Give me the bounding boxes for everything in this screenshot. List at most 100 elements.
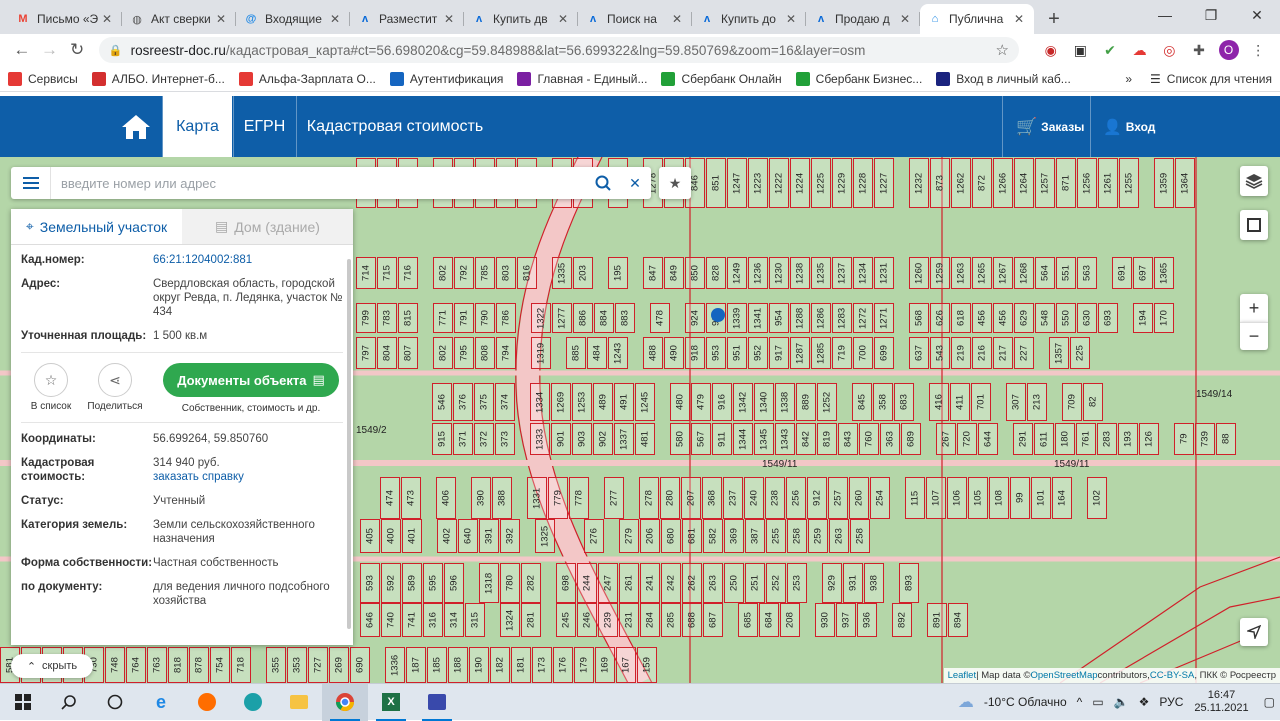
extension-icon[interactable]: ◎ [1155,36,1183,64]
cadastral-plot[interactable]: 931 [843,563,863,603]
cadastral-plot[interactable]: 543 [930,337,950,369]
cadastral-plot[interactable]: 278 [639,477,659,519]
cadastral-plot[interactable]: 1344 [733,423,753,455]
cadastral-plot[interactable]: 1247 [727,158,747,208]
cadastral-plot[interactable]: 1357 [1049,337,1069,369]
browser-tab[interactable]: @ Входящие ✕ [236,4,350,34]
cadastral-plot[interactable]: 644 [978,423,998,455]
edge-icon[interactable] [230,684,276,721]
cadastral-plot[interactable]: 1319 [531,337,551,369]
cadastral-plot[interactable]: 815 [398,303,418,333]
cadastral-plot[interactable]: 1338 [775,383,795,421]
cadastral-plot[interactable]: 915 [432,423,452,455]
bookmark-item[interactable]: Альфа-Зарплата О... [238,71,376,86]
file-explorer-icon[interactable] [276,684,322,721]
cadastral-plot[interactable]: 646 [360,603,380,637]
cadastral-plot[interactable]: 550 [1056,303,1076,333]
cadastral-plot[interactable]: 1336 [385,647,405,683]
cadastral-plot[interactable]: 792 [454,257,474,289]
cadastral-plot[interactable]: 709 [1062,383,1082,421]
cadastral-plot[interactable]: 231 [619,603,639,637]
close-tab-icon[interactable]: ✕ [784,12,798,26]
maximize-button[interactable]: ❐ [1188,0,1234,30]
cadastral-plot[interactable]: 489 [593,383,613,421]
cadastral-plot[interactable]: 391 [479,519,499,553]
cadastral-plot[interactable]: 683 [894,383,914,421]
cadastral-plot[interactable]: 1252 [817,383,837,421]
cadastral-plot[interactable]: 1253 [572,383,592,421]
browser-tab[interactable]: ʌ Поиск на ✕ [578,4,692,34]
cadastral-plot[interactable]: 715 [377,257,397,289]
cadastral-plot[interactable]: 739 [1195,423,1215,455]
bookmark-item[interactable]: Сервисы [8,71,78,86]
cadastral-plot[interactable]: 911 [712,423,732,455]
favorites-star-icon[interactable]: ★ [659,167,691,199]
cadastral-plot[interactable]: 353 [287,647,307,683]
cadastral-plot[interactable]: 568 [909,303,929,333]
cadastral-plot[interactable]: 884 [594,303,614,333]
cadastral-plot[interactable]: 1229 [832,158,852,208]
cadastral-plot[interactable]: 618 [951,303,971,333]
bookmark-item[interactable]: Главная - Единый... [517,71,647,86]
cadastral-plot[interactable]: 108 [989,477,1009,519]
cadastral-plot[interactable]: 258 [787,519,807,553]
cadastral-plot[interactable]: 685 [738,603,758,637]
cadastral-plot[interactable]: 316 [423,603,443,637]
cadastral-plot[interactable]: 106 [947,477,967,519]
object-documents-button[interactable]: Документы объекта ▤ [163,363,339,397]
cadastral-plot[interactable]: 1264 [1014,158,1034,208]
browser-tab[interactable]: ʌ Купить до ✕ [692,4,806,34]
cadastral-plot[interactable]: 400 [381,519,401,553]
cadastral-plot[interactable]: 1266 [993,158,1013,208]
cadastral-plot[interactable]: 878 [189,647,209,683]
cadastral-plot[interactable]: 180 [1055,423,1075,455]
bookmarks-more[interactable]: » [1125,72,1132,86]
cadastral-plot[interactable]: 791 [454,303,474,333]
cadastral-plot[interactable]: 951 [727,337,747,369]
cadastral-plot[interactable]: 688 [682,603,702,637]
cadastral-plot[interactable]: 1227 [874,158,894,208]
cadastral-plot[interactable]: 401 [402,519,422,553]
profile-avatar[interactable]: O [1215,36,1243,64]
order-certificate-link[interactable]: заказать справку [153,470,343,484]
cadastral-plot[interactable]: 937 [836,603,856,637]
cadastral-plot[interactable]: 267 [936,423,956,455]
cadastral-plot[interactable]: 1259 [930,257,950,289]
cadastral-plot[interactable]: 176 [553,647,573,683]
cadastral-plot[interactable]: 284 [640,603,660,637]
cadastral-plot[interactable]: 1277 [552,303,572,333]
cadastral-plot[interactable]: 1337 [614,423,634,455]
cadastral-plot[interactable]: 699 [874,337,894,369]
cadastral-plot[interactable]: 254 [870,477,890,519]
cadastral-plot[interactable]: 630 [1077,303,1097,333]
hide-panel-button[interactable]: ⌃ скрыть [11,654,93,678]
cadastral-plot[interactable]: 369 [724,519,744,553]
cadastral-plot[interactable]: 797 [356,337,376,369]
cadastral-plot[interactable]: 873 [930,158,950,208]
add-to-list-button[interactable]: ☆ В список [21,363,81,412]
clock[interactable]: 16:47 25.11.2021 [1194,689,1248,715]
cadastral-plot[interactable]: 1341 [748,303,768,333]
cadastral-plot[interactable]: 491 [614,383,634,421]
cadastral-plot[interactable]: 478 [650,303,670,333]
login-button[interactable]: 👤 Вход [1103,96,1155,157]
cadastral-plot[interactable]: 281 [521,603,541,637]
cadastral-plot[interactable]: 794 [496,337,516,369]
cadastral-plot[interactable]: 188 [448,647,468,683]
cadastral-plot[interactable]: 1268 [1014,257,1034,289]
close-tab-icon[interactable]: ✕ [556,12,570,26]
cadastral-plot[interactable]: 217 [993,337,1013,369]
cadastral-plot[interactable]: 680 [661,519,681,553]
cadastral-plot[interactable]: 1232 [909,158,929,208]
cadastral-plot[interactable]: 262 [682,563,702,603]
cadastral-plot[interactable]: 764 [126,647,146,683]
cadastral-plot[interactable]: 1322 [531,303,551,333]
cadastral-plot[interactable]: 1257 [1035,158,1055,208]
cadastral-plot[interactable]: 79 [1174,423,1194,455]
share-button[interactable]: ⋖ Поделиться [85,363,145,412]
cadastral-plot[interactable]: 190 [469,647,489,683]
cadastral-plot[interactable]: 263 [703,563,723,603]
cadastral-plot[interactable]: 115 [905,477,925,519]
cadastral-plot[interactable]: 589 [402,563,422,603]
back-button[interactable]: ← [8,36,36,64]
